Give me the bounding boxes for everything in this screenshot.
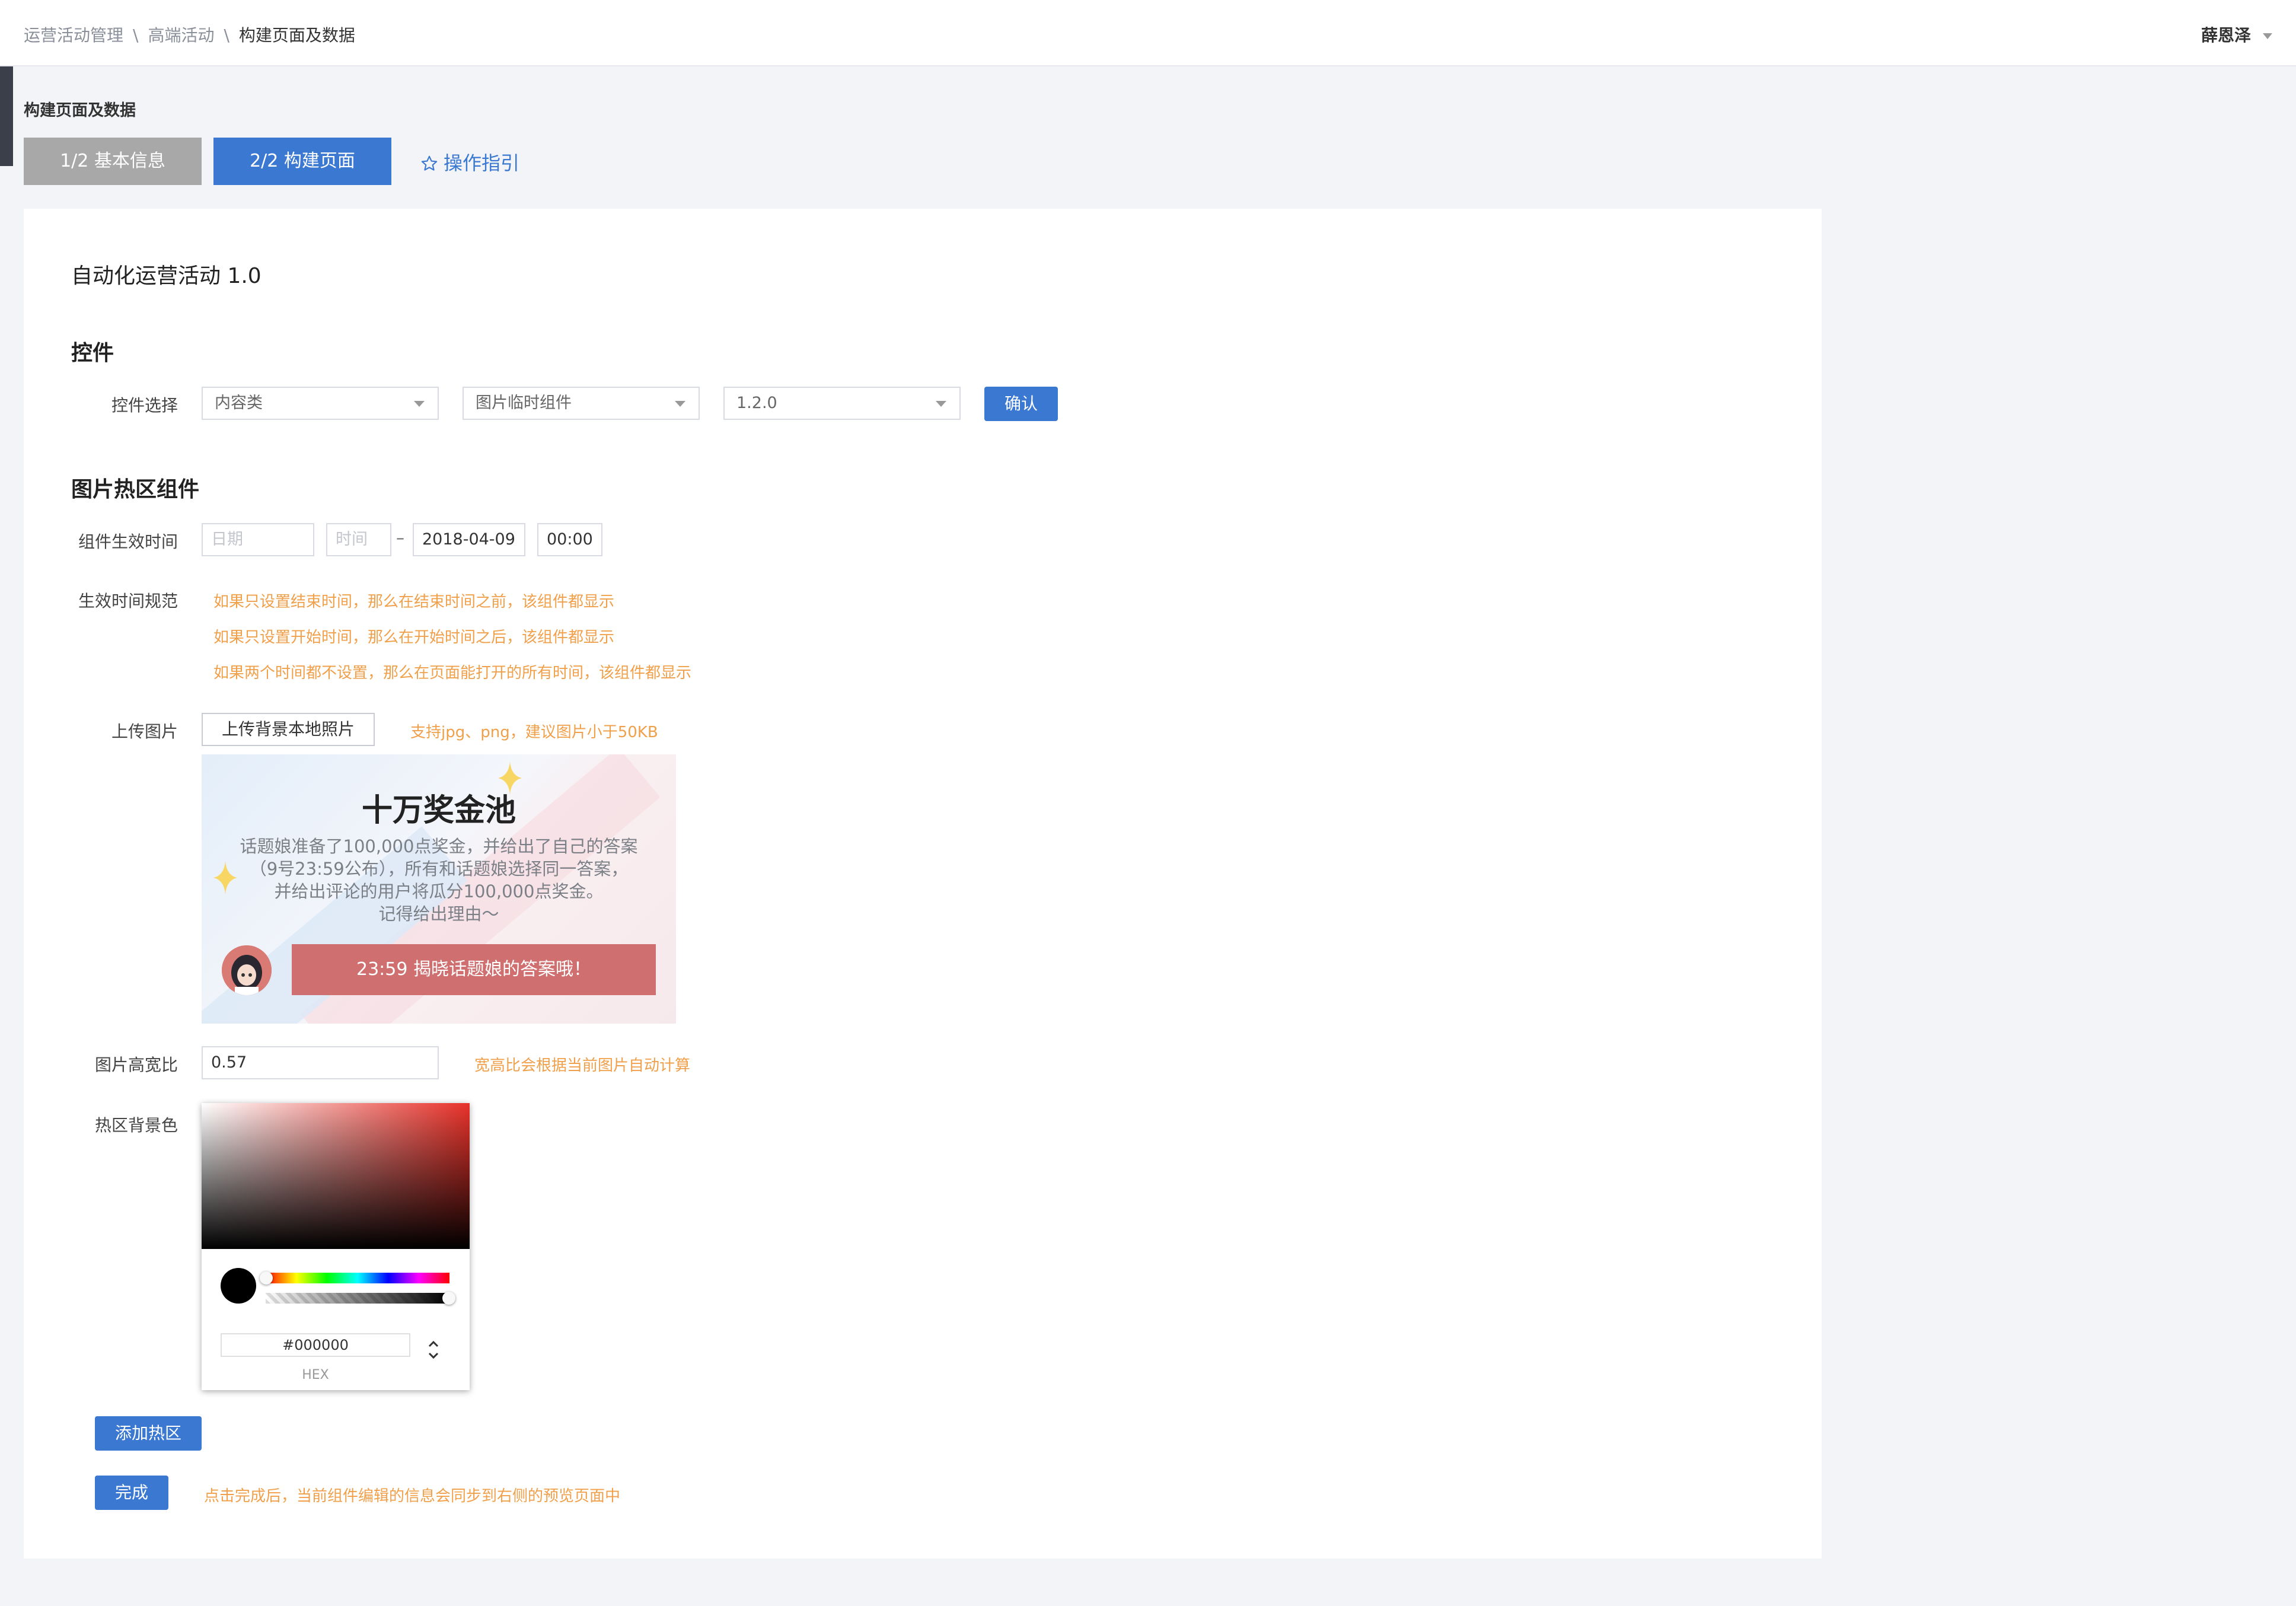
aspect-ratio-label: 图片高宽比: [94, 1055, 178, 1075]
banner-line: 话题娘准备了100,000点奖金，并给出了自己的答案: [240, 836, 638, 856]
banner-title: 十万奖金池: [361, 793, 516, 829]
time-rule-2: 如果只设置开始时间，那么在开始时间之后，该组件都显示: [213, 629, 615, 646]
hex-label: HEX: [302, 1368, 329, 1382]
upload-hint: 支持jpg、png，建议图片小于50KB: [410, 724, 658, 741]
breadcrumb-separator: \: [133, 26, 139, 45]
version-select[interactable]: 1.2.0: [723, 387, 961, 420]
mascot-avatar: [222, 945, 272, 995]
controls-section-title: 控件: [71, 341, 114, 365]
step-build-page[interactable]: 2/2 构建页面: [213, 138, 391, 185]
aspect-ratio-input[interactable]: 0.57: [202, 1046, 439, 1079]
banner-line: 记得给出理由～: [378, 904, 499, 924]
breadcrumb-item-activities[interactable]: 运营活动管理: [24, 26, 123, 45]
breadcrumb-separator: \: [224, 26, 229, 45]
add-hotspot-button[interactable]: 添加热区: [95, 1416, 202, 1451]
banner-line: （9号23:59公布），所有和话题娘选择同一答案，: [249, 859, 629, 879]
start-time-input[interactable]: 时间: [326, 523, 391, 556]
hue-slider[interactable]: [266, 1273, 449, 1283]
star-outline-icon: [421, 155, 438, 171]
aspect-ratio-hint: 宽高比会根据当前图片自动计算: [474, 1057, 691, 1075]
alpha-slider[interactable]: [266, 1293, 449, 1304]
upload-label: 上传图片: [111, 722, 178, 741]
mode-toggle-icon[interactable]: [425, 1337, 442, 1363]
done-button[interactable]: 完成: [95, 1476, 168, 1510]
selected-color-swatch: [221, 1268, 256, 1304]
caret-down-icon: [2263, 33, 2272, 39]
component-select-value: 图片临时组件: [476, 394, 572, 412]
end-time-input[interactable]: 00:00: [537, 523, 602, 556]
time-rule-3: 如果两个时间都不设置，那么在页面能打开的所有时间，该组件都显示: [213, 664, 692, 682]
end-date-input[interactable]: 2018-04-09: [413, 523, 525, 556]
range-separator: –: [396, 528, 404, 547]
hotspot-section-title: 图片热区组件: [71, 477, 200, 502]
component-select[interactable]: 图片临时组件: [463, 387, 700, 420]
effective-time-label: 组件生效时间: [78, 532, 178, 552]
main-panel: 自动化运营活动 1.0 控件 控件选择 内容类 图片临时组件 1.2.0 确认 …: [24, 209, 1822, 1559]
caret-down-icon: [675, 401, 685, 407]
user-name: 薛恩泽: [2201, 26, 2251, 45]
hue-slider-handle[interactable]: [260, 1272, 273, 1285]
hex-input[interactable]: #000000: [221, 1333, 410, 1357]
done-hint: 点击完成后，当前组件编辑的信息会同步到右侧的预览页面中: [204, 1487, 621, 1505]
step-basic-info[interactable]: 1/2 基本信息: [24, 138, 202, 185]
category-select-value: 内容类: [215, 394, 263, 412]
top-bar: 运营活动管理 \ 高端活动 \ 构建页面及数据 薛恩泽: [0, 0, 2296, 66]
upload-background-button[interactable]: 上传背景本地照片: [202, 713, 375, 746]
time-rule-label: 生效时间规范: [78, 591, 178, 611]
color-picker[interactable]: #000000 HEX: [202, 1103, 470, 1390]
mascot-icon: [222, 945, 272, 995]
category-select[interactable]: 内容类: [202, 387, 439, 420]
hotspot-bg-color-label: 热区背景色: [94, 1116, 178, 1135]
start-date-input[interactable]: 日期: [202, 523, 314, 556]
guide-label: 操作指引: [444, 152, 520, 174]
banner-preview-image: 十万奖金池 话题娘准备了100,000点奖金，并给出了自己的答案 （9号23:5…: [202, 754, 676, 1024]
breadcrumb-item-current: 构建页面及数据: [238, 26, 355, 45]
breadcrumb-item-premium[interactable]: 高端活动: [148, 26, 214, 45]
panel-heading: 自动化运营活动 1.0: [71, 264, 262, 288]
user-menu[interactable]: 薛恩泽: [2201, 23, 2272, 46]
page-title: 构建页面及数据: [24, 101, 136, 120]
confirm-button[interactable]: 确认: [984, 387, 1058, 421]
alpha-slider-handle[interactable]: [442, 1292, 455, 1305]
banner-body: 话题娘准备了100,000点奖金，并给出了自己的答案 （9号23:59公布），所…: [202, 835, 676, 925]
time-rule-1: 如果只设置结束时间，那么在结束时间之前，该组件都显示: [213, 593, 615, 611]
banner-cta-bar: 23:59 揭晓话题娘的答案哦！: [292, 944, 656, 995]
guide-link[interactable]: 操作指引: [420, 148, 519, 176]
caret-down-icon: [936, 401, 946, 407]
version-select-value: 1.2.0: [736, 394, 777, 412]
banner-line: 并给出评论的用户将瓜分100,000点奖金。: [274, 881, 604, 901]
saturation-area[interactable]: [202, 1103, 470, 1249]
caret-down-icon: [414, 401, 425, 407]
control-select-label: 控件选择: [111, 396, 178, 415]
breadcrumb: 运营活动管理 \ 高端活动 \ 构建页面及数据: [24, 23, 355, 46]
